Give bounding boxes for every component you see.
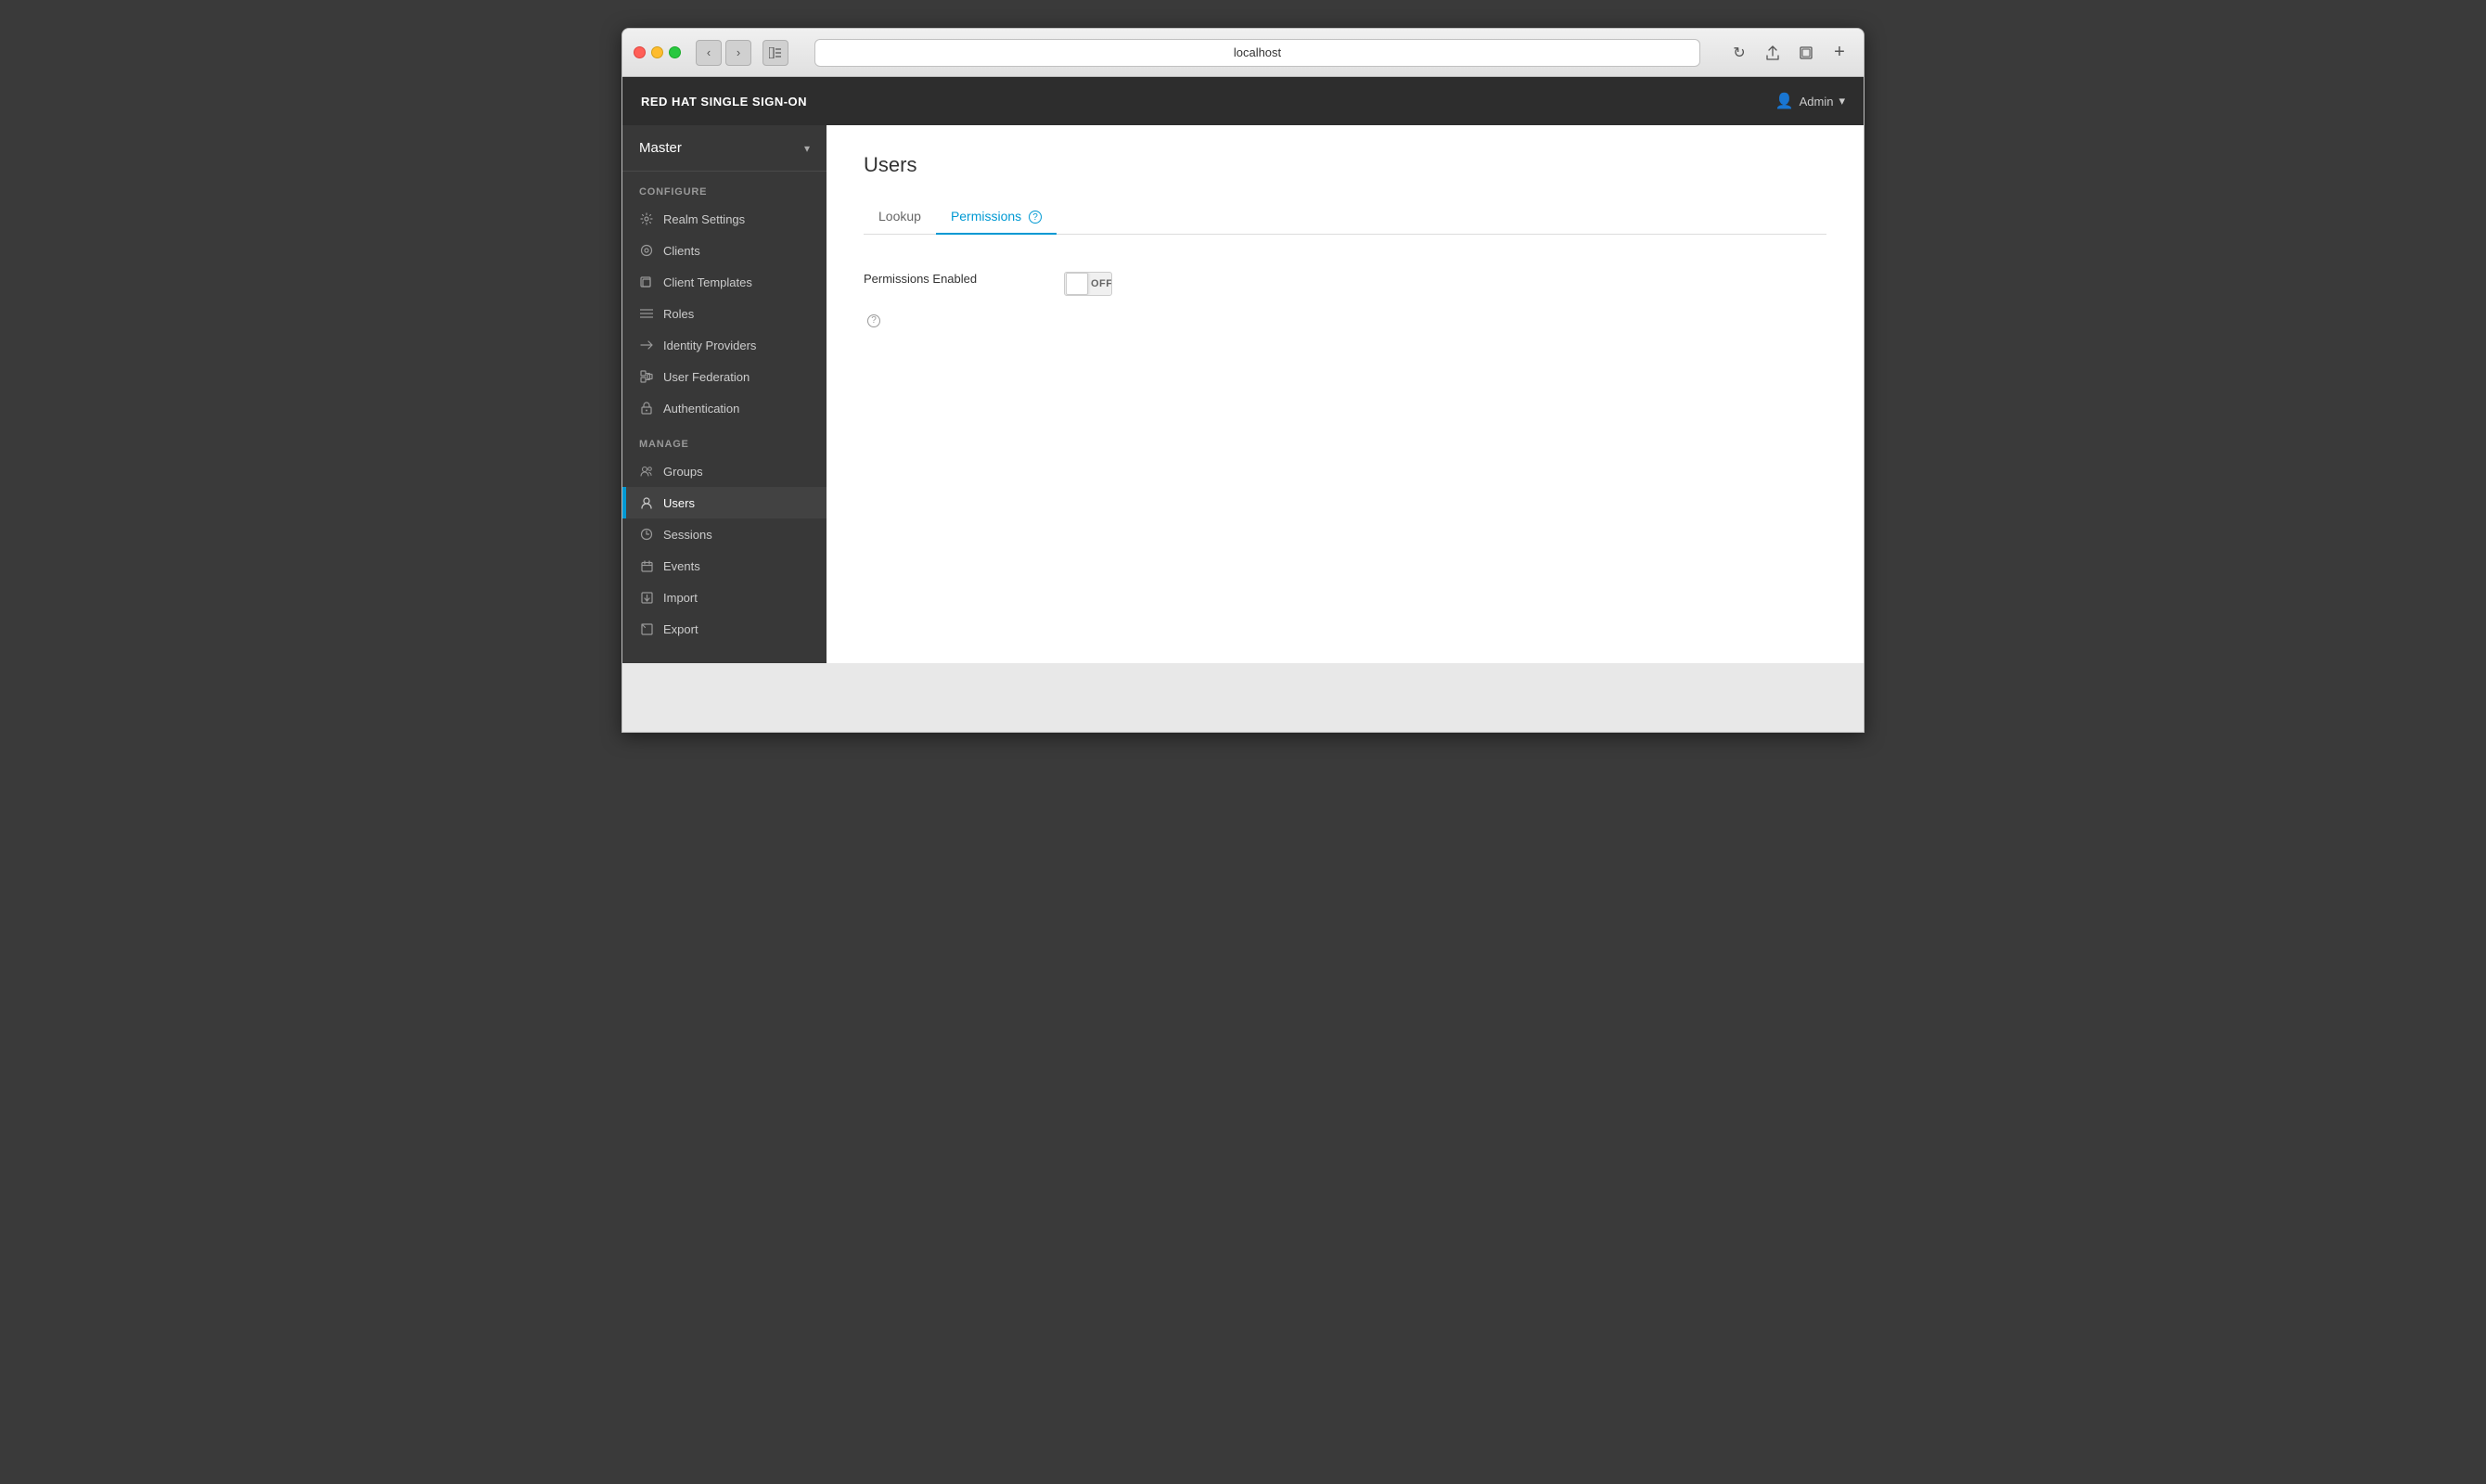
permissions-enabled-help-icon[interactable]: ? xyxy=(867,314,880,327)
toggle-track: OFF xyxy=(1064,272,1112,296)
sidebar-item-roles[interactable]: Roles xyxy=(622,298,827,329)
admin-label: Admin xyxy=(1800,95,1834,109)
sidebar-item-label: Identity Providers xyxy=(663,339,756,352)
sidebar-item-export[interactable]: Export xyxy=(622,613,827,645)
close-window-button[interactable] xyxy=(634,46,646,58)
permissions-enabled-label: Permissions Enabled xyxy=(864,272,977,286)
authentication-icon xyxy=(639,401,654,416)
admin-chevron-icon: ▾ xyxy=(1839,94,1845,109)
realm-name: Master xyxy=(639,140,682,156)
realm-chevron-icon: ▾ xyxy=(804,142,810,155)
sidebar-item-clients[interactable]: Clients xyxy=(622,235,827,266)
sidebar-item-import[interactable]: Import xyxy=(622,582,827,613)
sidebar-item-label: Groups xyxy=(663,465,703,479)
realm-settings-icon xyxy=(639,211,654,226)
groups-icon xyxy=(639,464,654,479)
configure-section-label: Configure xyxy=(622,172,827,203)
tab-lookup[interactable]: Lookup xyxy=(864,199,936,235)
sidebar-item-groups[interactable]: Groups xyxy=(622,455,827,487)
sidebar-item-authentication[interactable]: Authentication xyxy=(622,392,827,424)
browser-actions: ↻ + xyxy=(1726,40,1852,66)
content-area: Users Lookup Permissions ? Permissions E… xyxy=(827,125,1864,663)
sidebar-item-events[interactable]: Events xyxy=(622,550,827,582)
traffic-lights xyxy=(634,46,681,58)
app-brand: RED HAT SINGLE SIGN-ON xyxy=(641,95,807,109)
sidebar-item-realm-settings[interactable]: Realm Settings xyxy=(622,203,827,235)
share-button[interactable] xyxy=(1760,40,1786,66)
realm-selector[interactable]: Master ▾ xyxy=(622,125,827,172)
maximize-window-button[interactable] xyxy=(669,46,681,58)
sidebar-item-label: Sessions xyxy=(663,528,712,542)
sidebar-item-users[interactable]: Users xyxy=(622,487,827,518)
tab-lookup-label: Lookup xyxy=(878,209,921,224)
tabs-container: Lookup Permissions ? xyxy=(864,199,1826,235)
main-area: Master ▾ Configure Realm Settings xyxy=(622,125,1864,663)
toggle-thumb xyxy=(1066,273,1088,295)
add-tab-button[interactable]: + xyxy=(1826,40,1852,66)
fullscreen-button[interactable] xyxy=(1793,40,1819,66)
sidebar-item-label: Authentication xyxy=(663,402,739,416)
sidebar-toggle-button[interactable] xyxy=(762,40,788,66)
roles-icon xyxy=(639,306,654,321)
app-layout: RED HAT SINGLE SIGN-ON 👤 Admin ▾ Master … xyxy=(622,77,1864,663)
user-federation-icon xyxy=(639,369,654,384)
manage-section-label: Manage xyxy=(622,424,827,455)
tab-permissions[interactable]: Permissions ? xyxy=(936,199,1057,235)
forward-button[interactable]: › xyxy=(725,40,751,66)
admin-menu[interactable]: 👤 Admin ▾ xyxy=(1775,92,1845,110)
sidebar-item-label: Import xyxy=(663,591,698,605)
clients-icon xyxy=(639,243,654,258)
users-icon xyxy=(639,495,654,510)
top-navbar: RED HAT SINGLE SIGN-ON 👤 Admin ▾ xyxy=(622,77,1864,125)
sidebar-item-client-templates[interactable]: Client Templates xyxy=(622,266,827,298)
sidebar-item-sessions[interactable]: Sessions xyxy=(622,518,827,550)
identity-providers-icon xyxy=(639,338,654,352)
admin-user-icon: 👤 xyxy=(1775,92,1794,110)
browser-titlebar: ‹ › localhost ↻ xyxy=(622,29,1864,77)
sidebar-item-label: Users xyxy=(663,496,695,510)
sidebar-item-label: Events xyxy=(663,559,700,573)
permissions-enabled-label-col: Permissions Enabled xyxy=(864,272,1049,286)
url-text: localhost xyxy=(1234,45,1281,59)
sidebar-item-label: Roles xyxy=(663,307,694,321)
address-bar[interactable]: localhost xyxy=(814,39,1700,67)
sidebar: Master ▾ Configure Realm Settings xyxy=(622,125,827,663)
minimize-window-button[interactable] xyxy=(651,46,663,58)
sidebar-item-label: Client Templates xyxy=(663,275,752,289)
events-icon xyxy=(639,558,654,573)
sessions-icon xyxy=(639,527,654,542)
toggle-state-label: OFF xyxy=(1091,278,1112,289)
page-title: Users xyxy=(864,153,1826,177)
sidebar-item-label: Realm Settings xyxy=(663,212,745,226)
back-button[interactable]: ‹ xyxy=(696,40,722,66)
sidebar-item-label: Clients xyxy=(663,244,700,258)
permissions-toggle-container: OFF xyxy=(1064,272,1112,296)
reload-button[interactable]: ↻ xyxy=(1726,40,1752,66)
client-templates-icon xyxy=(639,275,654,289)
import-icon xyxy=(639,590,654,605)
tab-permissions-label: Permissions xyxy=(951,209,1021,224)
sidebar-item-user-federation[interactable]: User Federation xyxy=(622,361,827,392)
reload-icon: ↻ xyxy=(1733,44,1745,62)
sidebar-item-label: Export xyxy=(663,622,698,636)
nav-buttons: ‹ › xyxy=(696,40,751,66)
permissions-enabled-row: Permissions Enabled OFF xyxy=(864,257,1826,311)
sidebar-item-label: User Federation xyxy=(663,370,750,384)
tab-permissions-help-icon[interactable]: ? xyxy=(1029,211,1042,224)
export-icon xyxy=(639,621,654,636)
sidebar-item-identity-providers[interactable]: Identity Providers xyxy=(622,329,827,361)
permissions-enabled-toggle[interactable]: OFF xyxy=(1064,272,1112,296)
